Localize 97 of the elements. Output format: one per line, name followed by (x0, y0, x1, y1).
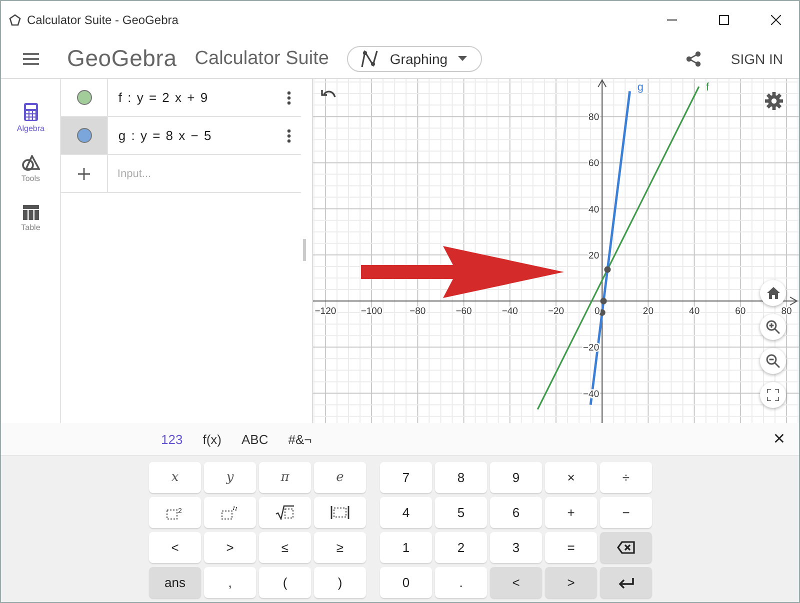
window-title: Calculator Suite - GeoGebra (27, 13, 178, 27)
key-button[interactable]: 5 (435, 497, 487, 528)
axis-tick-label: −80 (410, 306, 426, 318)
key-button[interactable]: ( (259, 567, 311, 598)
zoom-in-icon (766, 320, 780, 334)
algebra-expression[interactable]: g : y = 8 x − 5 (108, 117, 278, 154)
axis-tick-label: 0 (594, 306, 600, 318)
keyboard-tab[interactable]: #&¬ (280, 428, 320, 450)
key-button[interactable] (314, 497, 366, 528)
visibility-dot[interactable] (76, 90, 92, 105)
fullscreen-icon (767, 389, 779, 401)
key-button[interactable] (600, 567, 652, 598)
axis-tick-label: 20 (642, 306, 654, 318)
axis-tick-label: 60 (735, 306, 746, 318)
visibility-dot[interactable] (76, 128, 92, 143)
absolute-value-icon (330, 505, 350, 520)
key-button[interactable]: 6 (490, 497, 542, 528)
app-title: Calculator Suite (194, 48, 329, 70)
key-button[interactable]: < (490, 567, 542, 598)
point-marker (600, 298, 607, 304)
settings-icon[interactable] (765, 92, 783, 110)
key-button[interactable]: 4 (380, 497, 432, 528)
key-button[interactable]: y (204, 462, 256, 493)
key-button[interactable]: 9 (490, 462, 542, 493)
caret-icon (458, 56, 467, 61)
axis-tick-label: 20 (588, 250, 600, 262)
key-button[interactable]: − (600, 497, 652, 528)
key-button[interactable]: 0 (380, 567, 432, 598)
sidebar-item[interactable]: Table (19, 203, 42, 234)
zoom-out-icon (766, 354, 780, 368)
key-button[interactable]: . (435, 567, 487, 598)
keyboard-tab[interactable]: f(x) (194, 428, 230, 450)
keyboard-tab[interactable]: ABC (233, 428, 276, 450)
enter-icon (617, 576, 635, 588)
sign-in-button[interactable]: SIGN IN (726, 46, 787, 70)
algebra-expression[interactable]: f : y = 2 x + 9 (108, 79, 278, 116)
axis-tick-label: −40 (502, 306, 518, 318)
key-button[interactable]: < (149, 532, 201, 563)
share-icon[interactable] (686, 50, 701, 66)
more-icon[interactable] (287, 128, 292, 142)
axis-tick-label: 40 (588, 204, 600, 216)
input-field[interactable]: Input... (108, 155, 302, 192)
app-icon (9, 14, 21, 26)
axis-tick-label: 60 (588, 158, 600, 170)
axis-tick-label: 80 (781, 306, 792, 318)
point-marker (604, 266, 611, 273)
close-icon (771, 15, 781, 25)
maximize-icon (719, 15, 729, 25)
key-button[interactable] (600, 532, 652, 563)
logo-text: GeoGebra (67, 45, 177, 72)
key-button[interactable]: 7 (380, 462, 432, 493)
key-button[interactable]: ans (149, 567, 201, 598)
axis-tick-label: −60 (456, 306, 472, 318)
home-icon (766, 287, 780, 299)
calculator-icon (24, 103, 38, 121)
app-switcher-dropdown[interactable]: Graphing (346, 46, 482, 72)
key-button[interactable]: = (545, 532, 597, 563)
sidebar-item[interactable]: Tools (19, 153, 42, 185)
plus-icon[interactable] (78, 168, 90, 180)
more-icon[interactable] (287, 90, 292, 104)
axis-tick-label: −20 (548, 306, 564, 318)
key-button[interactable] (259, 497, 311, 528)
sidebar-item[interactable]: Algebra (14, 101, 46, 135)
key-button[interactable]: , (204, 567, 256, 598)
key-button[interactable]: 1 (380, 532, 432, 563)
axis-tick-label: 80 (588, 112, 600, 124)
key-button[interactable]: x (149, 462, 201, 493)
row-marker[interactable] (61, 117, 108, 154)
key-button[interactable]: ≤ (259, 532, 311, 563)
key-button[interactable]: + (545, 497, 597, 528)
key-button[interactable]: π (259, 462, 311, 493)
point-marker (598, 309, 606, 316)
close-keyboard-button[interactable]: × (769, 428, 789, 450)
key-button[interactable]: > (204, 532, 256, 563)
menu-icon[interactable] (23, 52, 39, 64)
power-template-icon (221, 506, 239, 520)
axis-tick-label: 40 (689, 306, 700, 318)
key-button[interactable]: e (314, 462, 366, 493)
key-button[interactable]: ) (314, 567, 366, 598)
square-root-icon (275, 505, 295, 520)
key-button[interactable]: 3 (490, 532, 542, 563)
key-button[interactable]: 2 (435, 532, 487, 563)
shapes-icon (22, 155, 40, 171)
backspace-icon (617, 541, 635, 554)
axis-tick-label: −120 (314, 306, 336, 318)
axis-tick-label: −100 (360, 306, 382, 318)
key-button[interactable]: × (545, 462, 597, 493)
function-label: g (637, 82, 644, 94)
key-button[interactable]: > (545, 567, 597, 598)
key-button[interactable]: 8 (435, 462, 487, 493)
graph-icon (360, 50, 380, 68)
key-button[interactable]: ÷ (600, 462, 652, 493)
table-icon (22, 205, 39, 220)
key-button[interactable]: ≥ (314, 532, 366, 563)
scrollbar[interactable] (303, 239, 306, 261)
keyboard-tab[interactable]: 123 (153, 428, 191, 450)
function-label: f (706, 82, 709, 94)
